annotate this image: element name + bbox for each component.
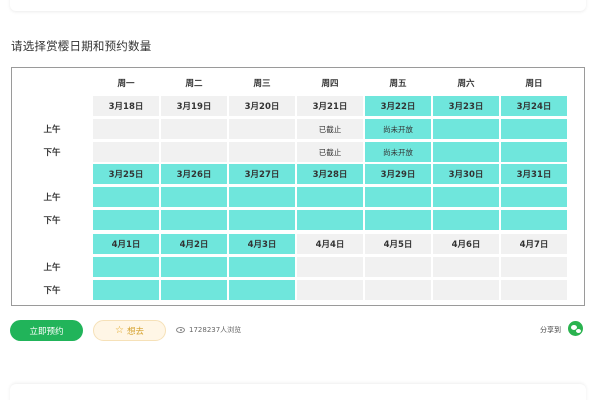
date-cell: 4月5日 <box>365 234 431 254</box>
want-to-go-label: 想去 <box>126 326 144 337</box>
time-slot-cell <box>501 257 567 277</box>
top-card <box>10 0 586 11</box>
date-cell[interactable]: 3月26日 <box>161 164 227 184</box>
weekday-header: 周二 <box>185 79 203 89</box>
view-count: 1728237人浏览 <box>176 324 241 336</box>
time-slot-cell <box>93 119 159 139</box>
date-cell[interactable]: 3月28日 <box>297 164 363 184</box>
date-cell[interactable]: 3月27日 <box>229 164 295 184</box>
time-slot-cell[interactable] <box>365 187 431 207</box>
time-slot-cell[interactable] <box>501 142 567 162</box>
wechat-icon[interactable] <box>568 321 583 336</box>
time-slot-cell: 已截止 <box>297 142 363 162</box>
time-slot-cell <box>501 280 567 300</box>
time-slot-cell <box>161 119 227 139</box>
date-cell: 3月19日 <box>161 96 227 116</box>
slot-label: 下午 <box>43 216 61 226</box>
slot-label: 下午 <box>43 148 61 158</box>
view-count-text: 1728237人浏览 <box>189 326 242 334</box>
time-slot-cell[interactable] <box>93 280 159 300</box>
time-slot-cell <box>433 280 499 300</box>
date-cell: 4月6日 <box>433 234 499 254</box>
time-slot-cell[interactable]: 尚未开放 <box>365 142 431 162</box>
slot-label: 上午 <box>43 263 61 273</box>
weekday-header: 周一 <box>117 79 135 89</box>
time-slot-cell <box>365 257 431 277</box>
date-cell: 4月7日 <box>501 234 567 254</box>
eye-icon <box>176 327 185 333</box>
time-slot-cell[interactable]: 尚未开放 <box>365 119 431 139</box>
time-slot-cell[interactable] <box>433 142 499 162</box>
weekday-header: 周五 <box>389 79 407 89</box>
date-cell: 3月20日 <box>229 96 295 116</box>
time-slot-cell <box>297 257 363 277</box>
time-slot-cell[interactable] <box>365 210 431 230</box>
date-cell[interactable]: 3月31日 <box>501 164 567 184</box>
section-title: 请选择赏樱日期和预约数量 <box>11 39 152 53</box>
time-slot-cell <box>433 257 499 277</box>
book-now-button[interactable]: 立即预约 <box>10 320 83 341</box>
time-slot-cell[interactable] <box>501 210 567 230</box>
time-slot-cell <box>229 142 295 162</box>
time-slot-cell[interactable] <box>161 210 227 230</box>
time-slot-cell[interactable] <box>161 187 227 207</box>
date-cell[interactable]: 3月30日 <box>433 164 499 184</box>
weekday-header: 周日 <box>525 79 543 89</box>
time-slot-cell[interactable] <box>229 280 295 300</box>
time-slot-cell <box>161 142 227 162</box>
weekday-header: 周六 <box>457 79 475 89</box>
date-cell[interactable]: 3月23日 <box>433 96 499 116</box>
time-slot-cell[interactable] <box>433 187 499 207</box>
time-slot-cell[interactable] <box>501 187 567 207</box>
time-slot-cell <box>297 280 363 300</box>
bottom-card <box>10 384 586 400</box>
date-cell: 3月21日 <box>297 96 363 116</box>
date-cell[interactable]: 3月22日 <box>365 96 431 116</box>
want-to-go-button[interactable]: ☆ 想去 <box>93 320 166 341</box>
share-label: 分享到 <box>540 326 561 334</box>
date-cell[interactable]: 4月2日 <box>161 234 227 254</box>
time-slot-cell <box>229 119 295 139</box>
time-slot-cell[interactable] <box>229 187 295 207</box>
time-slot-cell <box>93 142 159 162</box>
date-cell: 3月18日 <box>93 96 159 116</box>
weekday-header: 周三 <box>253 79 271 89</box>
time-slot-cell[interactable] <box>93 210 159 230</box>
time-slot-cell[interactable] <box>433 119 499 139</box>
slot-label: 上午 <box>43 125 61 135</box>
time-slot-cell[interactable] <box>93 187 159 207</box>
time-slot-cell[interactable] <box>297 187 363 207</box>
time-slot-cell[interactable] <box>501 119 567 139</box>
time-slot-cell[interactable] <box>93 257 159 277</box>
time-slot-cell <box>365 280 431 300</box>
time-slot-cell[interactable] <box>161 280 227 300</box>
time-slot-cell: 已截止 <box>297 119 363 139</box>
weekday-header: 周四 <box>321 79 339 89</box>
time-slot-cell[interactable] <box>229 210 295 230</box>
star-icon: ☆ <box>115 324 124 336</box>
date-cell[interactable]: 3月29日 <box>365 164 431 184</box>
booking-calendar: 周一 周二 周三 周四 周五 周六 周日 3月18日 3月19日 3月20日 3月21日 3月22日 3… <box>11 67 585 306</box>
slot-label: 上午 <box>43 193 61 203</box>
time-slot-cell[interactable] <box>433 210 499 230</box>
date-cell[interactable]: 3月25日 <box>93 164 159 184</box>
date-cell: 4月4日 <box>297 234 363 254</box>
date-cell[interactable]: 4月3日 <box>229 234 295 254</box>
slot-label: 下午 <box>43 286 61 296</box>
date-cell[interactable]: 4月1日 <box>93 234 159 254</box>
time-slot-cell[interactable] <box>297 210 363 230</box>
time-slot-cell[interactable] <box>229 257 295 277</box>
date-cell[interactable]: 3月24日 <box>501 96 567 116</box>
time-slot-cell[interactable] <box>161 257 227 277</box>
